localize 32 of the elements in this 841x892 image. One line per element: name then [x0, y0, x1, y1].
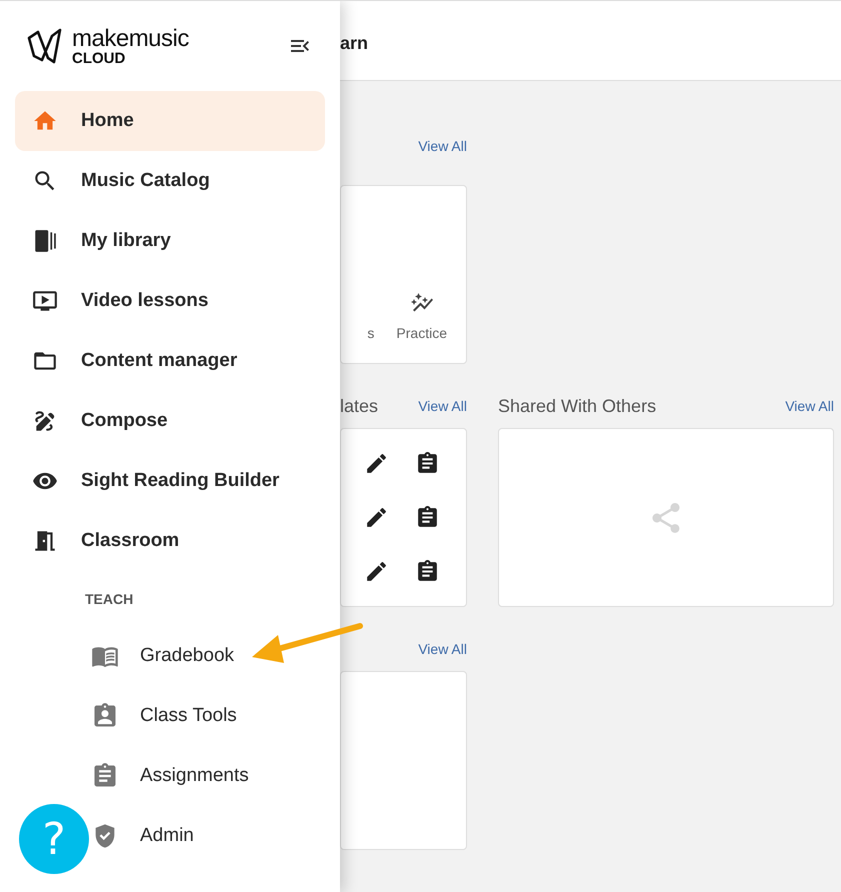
nav-item[interactable]: Video lessons [15, 271, 325, 331]
logo-icon [26, 26, 64, 66]
nav-item[interactable]: Assignments [91, 746, 255, 806]
pencil-icon [364, 505, 389, 530]
section-title: Shared With Others [498, 396, 656, 416]
nav-item[interactable]: Music Catalog [15, 151, 325, 211]
nav-item[interactable]: My library [15, 211, 325, 271]
view-all-link[interactable]: View All [418, 641, 467, 657]
book-stack-icon [32, 228, 58, 254]
nav-item[interactable]: Home [15, 91, 325, 151]
logo-wordmark: makemusic [72, 26, 189, 50]
section-title: lates [340, 396, 378, 416]
section-heading: TEACH [85, 590, 134, 606]
logo-subtitle: CLOUD [72, 50, 126, 66]
clipboard-icon [415, 559, 440, 584]
page-title: arn [340, 32, 368, 54]
nav-item[interactable]: Compose [15, 391, 325, 451]
pencil-icon [364, 451, 389, 476]
clipboard-icon [415, 505, 440, 530]
nav-item[interactable]: Sight Reading Builder [15, 451, 325, 511]
view-all-link[interactable]: View All [418, 398, 467, 414]
pencil-icon [364, 559, 389, 584]
view-all-link[interactable]: View All [785, 398, 834, 414]
nav-item[interactable]: Classroom [15, 511, 325, 571]
nav-item[interactable]: Gradebook [91, 626, 240, 686]
nav-item[interactable]: Admin [91, 806, 200, 866]
tile-label[interactable]: Practice [396, 325, 447, 341]
view-all-link[interactable]: View All [418, 138, 467, 154]
tile-label[interactable]: s [367, 325, 374, 341]
nav-item[interactable]: Class Tools [91, 686, 243, 746]
clipboard-icon [415, 451, 440, 476]
nav-item[interactable]: Content manager [15, 331, 325, 391]
